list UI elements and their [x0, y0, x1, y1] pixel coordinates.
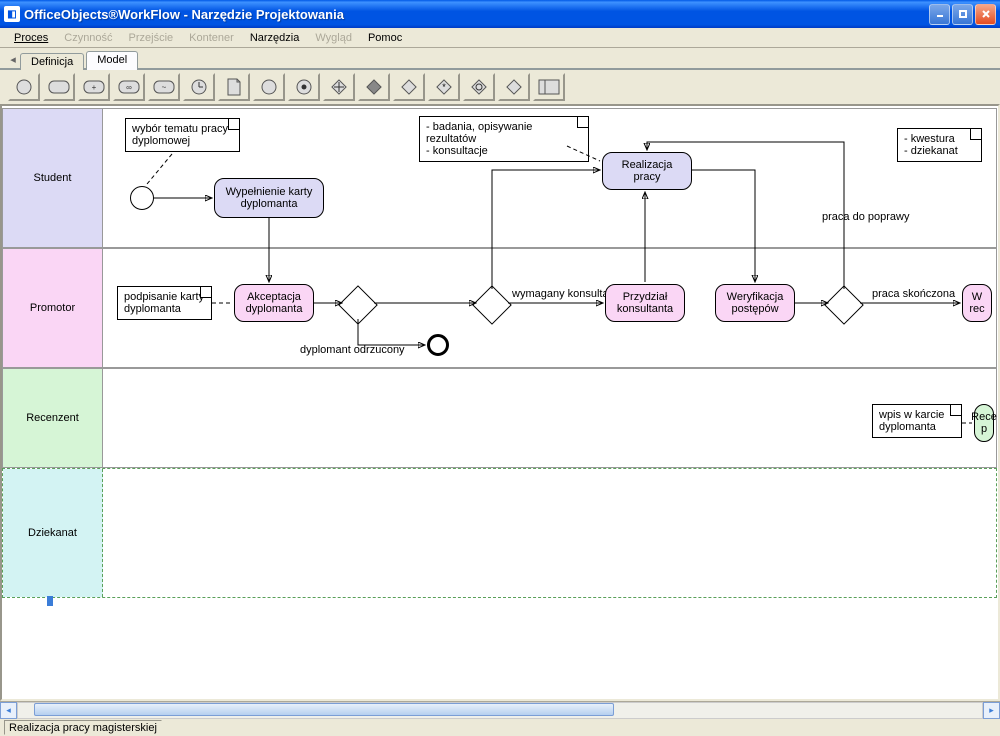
tool-lane-icon[interactable] [533, 73, 565, 101]
tab-definicja[interactable]: Definicja [20, 53, 84, 70]
svg-text:*: * [442, 82, 446, 92]
tab-scroll-left-icon[interactable]: ◂ [6, 50, 20, 68]
tool-timer-icon[interactable] [183, 73, 215, 101]
svg-text:∞: ∞ [126, 83, 132, 92]
start-event[interactable] [130, 186, 154, 210]
window-titlebar: ◧ OfficeObjects®WorkFlow - Narzędzie Pro… [0, 0, 1000, 28]
scroll-right-button[interactable]: ▸ [983, 702, 1000, 719]
tool-gateway-complex-icon[interactable]: * [428, 73, 460, 101]
edge-label-to-fix: praca do poprawy [822, 211, 909, 223]
tool-gateway-inclusive-icon[interactable] [358, 73, 390, 101]
tool-intermediate-event-icon[interactable] [288, 73, 320, 101]
task-verification-text: Weryfikacja postępów [720, 291, 790, 315]
task-partial-right-text: W rec [969, 291, 984, 315]
menu-narzedzia[interactable]: Narzędzia [242, 30, 308, 46]
lane-header-dziekanat: Dziekanat [3, 469, 103, 597]
tab-model[interactable]: Model [86, 51, 138, 70]
edge-label-consultant: wymagany konsultant [512, 288, 618, 300]
task-assign-consultant[interactable]: Przydział konsultanta [605, 284, 685, 322]
tool-gateway-event-icon[interactable] [463, 73, 495, 101]
task-rec-green-text: Rece p [971, 411, 997, 435]
diagram-canvas[interactable]: Student Promotor Recenzent Dziekanat wyb… [0, 104, 1000, 701]
lane-header-recenzent: Recenzent [3, 369, 103, 467]
window-title: OfficeObjects®WorkFlow - Narzędzie Proje… [24, 7, 929, 22]
scroll-thumb[interactable] [34, 703, 614, 716]
annotation-topic-text: wybór tematu pracy dyplomowej [132, 123, 228, 147]
annotation-bursar[interactable]: - kwestura - dziekanat [897, 128, 982, 162]
menu-proces[interactable]: Proces [6, 30, 56, 46]
menubar: Proces Czynność Przejście Kontener Narzę… [0, 28, 1000, 48]
edge-label-finished: praca skończona [872, 288, 955, 300]
window-controls [929, 4, 996, 25]
maximize-button[interactable] [952, 4, 973, 25]
annotation-research-text: - badania, opisywanie rezultatów - konsu… [426, 121, 532, 157]
menu-wyglad: Wygląd [307, 30, 360, 46]
menu-pomoc[interactable]: Pomoc [360, 30, 410, 46]
scroll-track[interactable] [17, 702, 983, 719]
tool-end-event-icon[interactable] [253, 73, 285, 101]
task-rec-green[interactable]: Rece p [974, 404, 994, 442]
tabbar: ◂ Definicja Model [0, 48, 1000, 70]
task-realization[interactable]: Realizacja pracy [602, 152, 692, 190]
tool-task-icon[interactable] [43, 73, 75, 101]
task-assign-consultant-text: Przydział konsultanta [610, 291, 680, 315]
task-partial-right[interactable]: W rec [962, 284, 992, 322]
scroll-left-button[interactable]: ◂ [0, 702, 17, 719]
horizontal-scrollbar[interactable]: ◂ ▸ [0, 701, 1000, 718]
menu-czynnosc: Czynność [56, 30, 120, 46]
annotation-bursar-text: - kwestura - dziekanat [904, 133, 958, 157]
tool-start-event-icon[interactable] [8, 73, 40, 101]
edge-label-rejected: dyplomant odrzucony [300, 344, 405, 356]
tool-gateway-exclusive-icon[interactable] [393, 73, 425, 101]
annotation-rec-entry-text: wpis w karcie dyplomanta [879, 409, 944, 433]
lane-header-student: Student [3, 109, 103, 247]
annotation-sign-card-text: podpisanie karty dyplomanta [124, 291, 204, 315]
close-button[interactable] [975, 4, 996, 25]
annotation-rec-entry[interactable]: wpis w karcie dyplomanta [872, 404, 962, 438]
tool-task-plus-icon[interactable]: + [78, 73, 110, 101]
app-icon: ◧ [4, 6, 20, 22]
task-fill-card-text: Wypełnienie karty dyplomanta [219, 186, 319, 210]
tool-task-adhoc-icon[interactable]: ~ [148, 73, 180, 101]
end-event-rejected[interactable] [427, 334, 449, 356]
tool-task-loop-icon[interactable]: ∞ [113, 73, 145, 101]
tool-document-icon[interactable] [218, 73, 250, 101]
toolbar: + ∞ ~ * [0, 70, 1000, 104]
task-acceptance-text: Akceptacja dyplomanta [239, 291, 309, 315]
swimlane-recenzent[interactable]: Recenzent [2, 368, 997, 468]
selection-handle[interactable] [47, 596, 53, 606]
svg-text:~: ~ [162, 83, 167, 92]
annotation-research[interactable]: - badania, opisywanie rezultatów - konsu… [419, 116, 589, 162]
annotation-sign-card[interactable]: podpisanie karty dyplomanta [117, 286, 212, 320]
task-acceptance[interactable]: Akceptacja dyplomanta [234, 284, 314, 322]
status-text: Realizacja pracy magisterskiej [4, 720, 162, 735]
statusbar: Realizacja pracy magisterskiej [0, 718, 1000, 736]
svg-text:+: + [92, 83, 97, 92]
swimlane-dziekanat[interactable]: Dziekanat [2, 468, 997, 598]
lane-header-promotor: Promotor [3, 249, 103, 367]
menu-przejscie: Przejście [121, 30, 182, 46]
minimize-button[interactable] [929, 4, 950, 25]
task-verification[interactable]: Weryfikacja postępów [715, 284, 795, 322]
task-fill-card[interactable]: Wypełnienie karty dyplomanta [214, 178, 324, 218]
menu-kontener: Kontener [181, 30, 242, 46]
annotation-topic[interactable]: wybór tematu pracy dyplomowej [125, 118, 240, 152]
tool-gateway-parallel-icon[interactable] [323, 73, 355, 101]
tool-gateway-dot-icon[interactable] [498, 73, 530, 101]
task-realization-text: Realizacja pracy [607, 159, 687, 183]
